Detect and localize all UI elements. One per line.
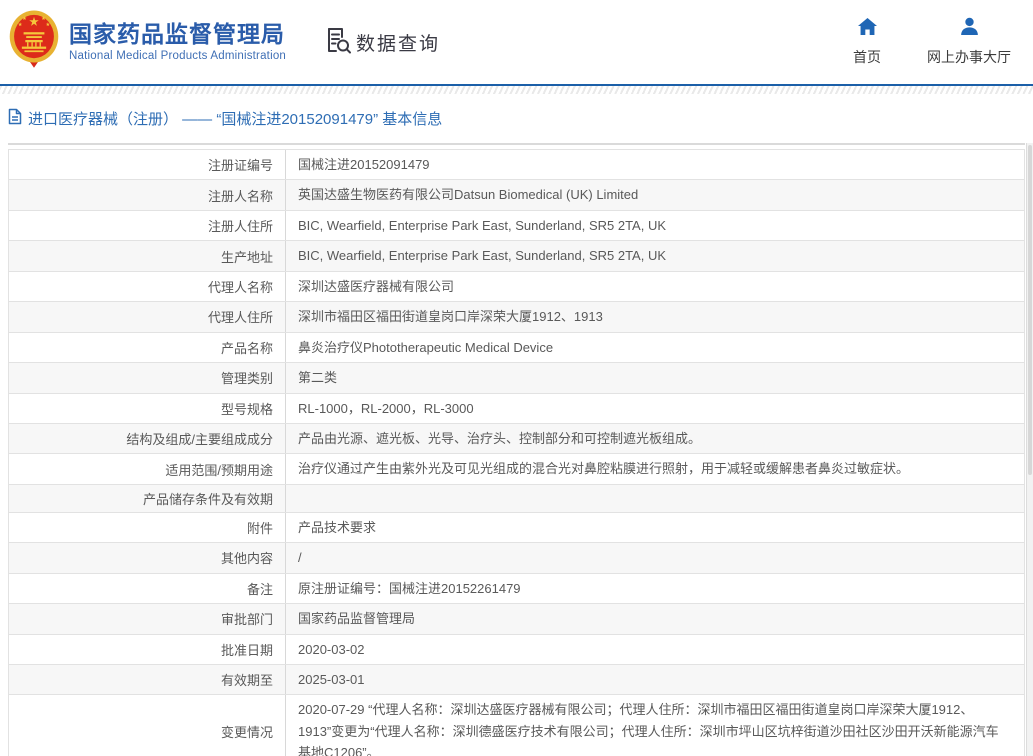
row-label: 批准日期 (9, 635, 286, 664)
brand-logo[interactable]: 国家药品监督管理局 National Medical Products Admi… (8, 8, 286, 77)
row-value: 鼻炎治疗仪Phototherapeutic Medical Device (286, 333, 1024, 362)
row-registrant-name: 注册人名称 英国达盛生物医药有限公司Datsun Biomedical (UK)… (9, 180, 1024, 210)
row-value: 深圳达盛医疗器械有限公司 (286, 272, 1024, 301)
row-value: 国械注进20152091479 (286, 150, 1024, 179)
row-agent-address: 代理人住所 深圳市福田区福田街道皇岗口岸深荣大厦1912、1913 (9, 302, 1024, 332)
brand-text: 国家药品监督管理局 National Medical Products Admi… (69, 22, 286, 62)
document-search-icon (324, 26, 352, 59)
breadcrumb-text: 进口医疗器械（注册） —— “国械注进20152091479” 基本信息 (28, 108, 442, 129)
row-label: 代理人名称 (9, 272, 286, 301)
row-label: 审批部门 (9, 604, 286, 633)
row-label: 注册人住所 (9, 211, 286, 240)
registration-detail-table: 注册证编号 国械注进20152091479 注册人名称 英国达盛生物医药有限公司… (8, 149, 1025, 756)
row-remarks: 备注 原注册证编号：国械注进20152261479 (9, 574, 1024, 604)
breadcrumb: 进口医疗器械（注册） —— “国械注进20152091479” 基本信息 (0, 94, 1033, 143)
home-icon (857, 17, 878, 41)
row-label: 附件 (9, 513, 286, 542)
row-management-class: 管理类别 第二类 (9, 363, 1024, 393)
row-label: 其他内容 (9, 543, 286, 572)
scrollbar-thumb[interactable] (1028, 145, 1032, 475)
row-registration-number: 注册证编号 国械注进20152091479 (9, 150, 1024, 180)
row-value: 2020-07-29 “代理人名称：深圳达盛医疗器械有限公司；代理人住所：深圳市… (286, 695, 1024, 756)
row-value: BIC, Wearfield, Enterprise Park East, Su… (286, 241, 1024, 270)
row-value: 2025-03-01 (286, 665, 1024, 694)
nav-service-hall-label: 网上办事大厅 (927, 47, 1011, 67)
row-label: 变更情况 (9, 695, 286, 756)
row-approval-department: 审批部门 国家药品监督管理局 (9, 604, 1024, 634)
row-value: 第二类 (286, 363, 1024, 392)
nav-item-service-hall[interactable]: 网上办事大厅 (927, 17, 1011, 67)
row-production-address: 生产地址 BIC, Wearfield, Enterprise Park Eas… (9, 241, 1024, 271)
row-value: 英国达盛生物医药有限公司Datsun Biomedical (UK) Limit… (286, 180, 1024, 209)
china-national-emblem-icon (8, 8, 60, 77)
row-value: 2020-03-02 (286, 635, 1024, 664)
row-label: 结构及组成/主要组成成分 (9, 424, 286, 453)
row-label: 产品储存条件及有效期 (9, 485, 286, 512)
row-change-history: 变更情况 2020-07-29 “代理人名称：深圳达盛医疗器械有限公司；代理人住… (9, 695, 1024, 756)
row-intended-use: 适用范围/预期用途 治疗仪通过产生由紫外光及可见光组成的混合光对鼻腔粘膜进行照射… (9, 454, 1024, 484)
row-model-spec: 型号规格 RL-1000，RL-2000，RL-3000 (9, 394, 1024, 424)
row-label: 产品名称 (9, 333, 286, 362)
row-registrant-address: 注册人住所 BIC, Wearfield, Enterprise Park Ea… (9, 211, 1024, 241)
row-other-content: 其他内容 / (9, 543, 1024, 573)
row-value: 深圳市福田区福田街道皇岗口岸深荣大厦1912、1913 (286, 302, 1024, 331)
row-value: 国家药品监督管理局 (286, 604, 1024, 633)
row-structure-composition: 结构及组成/主要组成成分 产品由光源、遮光板、光导、治疗头、控制部分和可控制遮光… (9, 424, 1024, 454)
org-title: 国家药品监督管理局 (69, 22, 286, 47)
user-icon (959, 17, 980, 41)
row-label: 生产地址 (9, 241, 286, 270)
striped-decoration-bar (0, 86, 1033, 94)
row-storage-validity: 产品储存条件及有效期 (9, 485, 1024, 513)
nav-item-home[interactable]: 首页 (853, 17, 881, 67)
row-valid-until: 有效期至 2025-03-01 (9, 665, 1024, 695)
row-value (286, 485, 1024, 512)
row-attachment: 附件 产品技术要求 (9, 513, 1024, 543)
row-value: 治疗仪通过产生由紫外光及可见光组成的混合光对鼻腔粘膜进行照射，用于减轻或缓解患者… (286, 454, 1024, 483)
document-icon (8, 108, 22, 130)
row-label: 代理人住所 (9, 302, 286, 331)
row-value: 原注册证编号：国械注进20152261479 (286, 574, 1024, 603)
row-value: 产品技术要求 (286, 513, 1024, 542)
org-subtitle: National Medical Products Administration (69, 50, 286, 62)
row-label: 型号规格 (9, 394, 286, 423)
row-product-name: 产品名称 鼻炎治疗仪Phototherapeutic Medical Devic… (9, 333, 1024, 363)
row-value: BIC, Wearfield, Enterprise Park East, Su… (286, 211, 1024, 240)
row-label: 注册人名称 (9, 180, 286, 209)
row-label: 适用范围/预期用途 (9, 454, 286, 483)
row-label: 备注 (9, 574, 286, 603)
row-approval-date: 批准日期 2020-03-02 (9, 635, 1024, 665)
row-value: RL-1000，RL-2000，RL-3000 (286, 394, 1024, 423)
row-agent-name: 代理人名称 深圳达盛医疗器械有限公司 (9, 272, 1024, 302)
nav-home-label: 首页 (853, 47, 881, 67)
site-header: 国家药品监督管理局 National Medical Products Admi… (0, 0, 1033, 84)
row-label: 注册证编号 (9, 150, 286, 179)
header-nav: 首页 网上办事大厅 (853, 17, 1011, 67)
row-value: / (286, 543, 1024, 572)
data-query-section[interactable]: 数据查询 (324, 26, 440, 59)
row-label: 有效期至 (9, 665, 286, 694)
breadcrumb-separator (8, 143, 1025, 145)
data-query-label: 数据查询 (356, 29, 440, 56)
vertical-scrollbar[interactable] (1026, 143, 1033, 756)
row-label: 管理类别 (9, 363, 286, 392)
row-value: 产品由光源、遮光板、光导、治疗头、控制部分和可控制遮光板组成。 (286, 424, 1024, 453)
